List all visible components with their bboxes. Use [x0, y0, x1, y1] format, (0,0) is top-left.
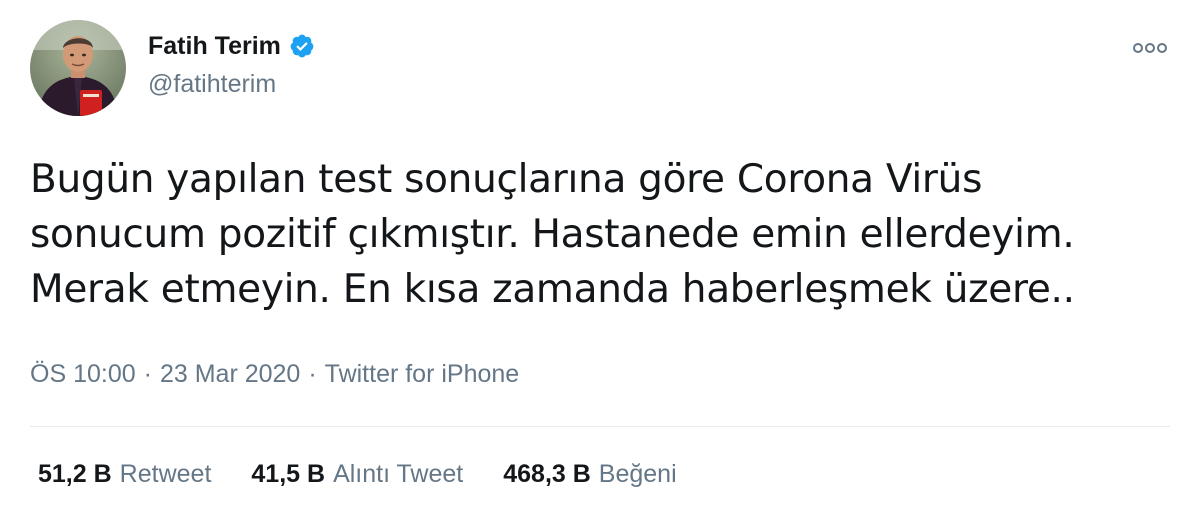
tweet-date[interactable]: 23 Mar 2020: [160, 360, 300, 389]
tweet-text-line: sonucum pozitif çıkmıştır. Hastanede emi…: [30, 212, 1075, 257]
like-count: 468,3 B: [503, 460, 591, 488]
tweet-header: Fatih Terim @fatihterim: [30, 20, 1170, 120]
quote-tweet-stat[interactable]: 41,5 B Alıntı Tweet: [251, 460, 463, 489]
divider: [30, 426, 1170, 427]
display-name[interactable]: Fatih Terim: [148, 32, 281, 61]
like-label: Beğeni: [598, 460, 677, 488]
retweet-count: 51,2 B: [38, 460, 112, 488]
meta-separator: ·: [143, 360, 152, 388]
tweet-text-line: Bugün yapılan test sonuçlarına göre Coro…: [30, 157, 983, 202]
tweet-text: Bugün yapılan test sonuçlarına göre Coro…: [30, 152, 1170, 317]
tweet-source[interactable]: Twitter for iPhone: [325, 360, 520, 389]
avatar-photo: [30, 20, 126, 116]
author-names: Fatih Terim @fatihterim: [148, 28, 315, 99]
meta-separator: ·: [308, 360, 317, 388]
more-options-icon[interactable]: [1130, 36, 1170, 60]
display-name-row: Fatih Terim: [148, 28, 315, 64]
tweet-card: Fatih Terim @fatihterim Bugün yapılan te…: [0, 0, 1200, 515]
verified-badge-icon: [289, 33, 315, 59]
quote-tweet-label: Alıntı Tweet: [333, 460, 464, 488]
quote-tweet-count: 41,5 B: [251, 460, 326, 488]
tweet-time[interactable]: ÖS 10:00: [30, 360, 136, 389]
tweet-stats: 51,2 B Retweet 41,5 B Alıntı Tweet 468,3…: [38, 460, 677, 489]
tweet-text-line: Merak etmeyin. En kısa zamanda haberleşm…: [30, 267, 1075, 312]
retweet-label: Retweet: [119, 460, 212, 488]
author-handle[interactable]: @fatihterim: [148, 70, 315, 99]
retweet-stat[interactable]: 51,2 B Retweet: [38, 460, 211, 489]
avatar[interactable]: [30, 20, 126, 116]
tweet-meta: ÖS 10:00 · 23 Mar 2020 · Twitter for iPh…: [30, 360, 519, 389]
like-stat[interactable]: 468,3 B Beğeni: [503, 460, 676, 489]
